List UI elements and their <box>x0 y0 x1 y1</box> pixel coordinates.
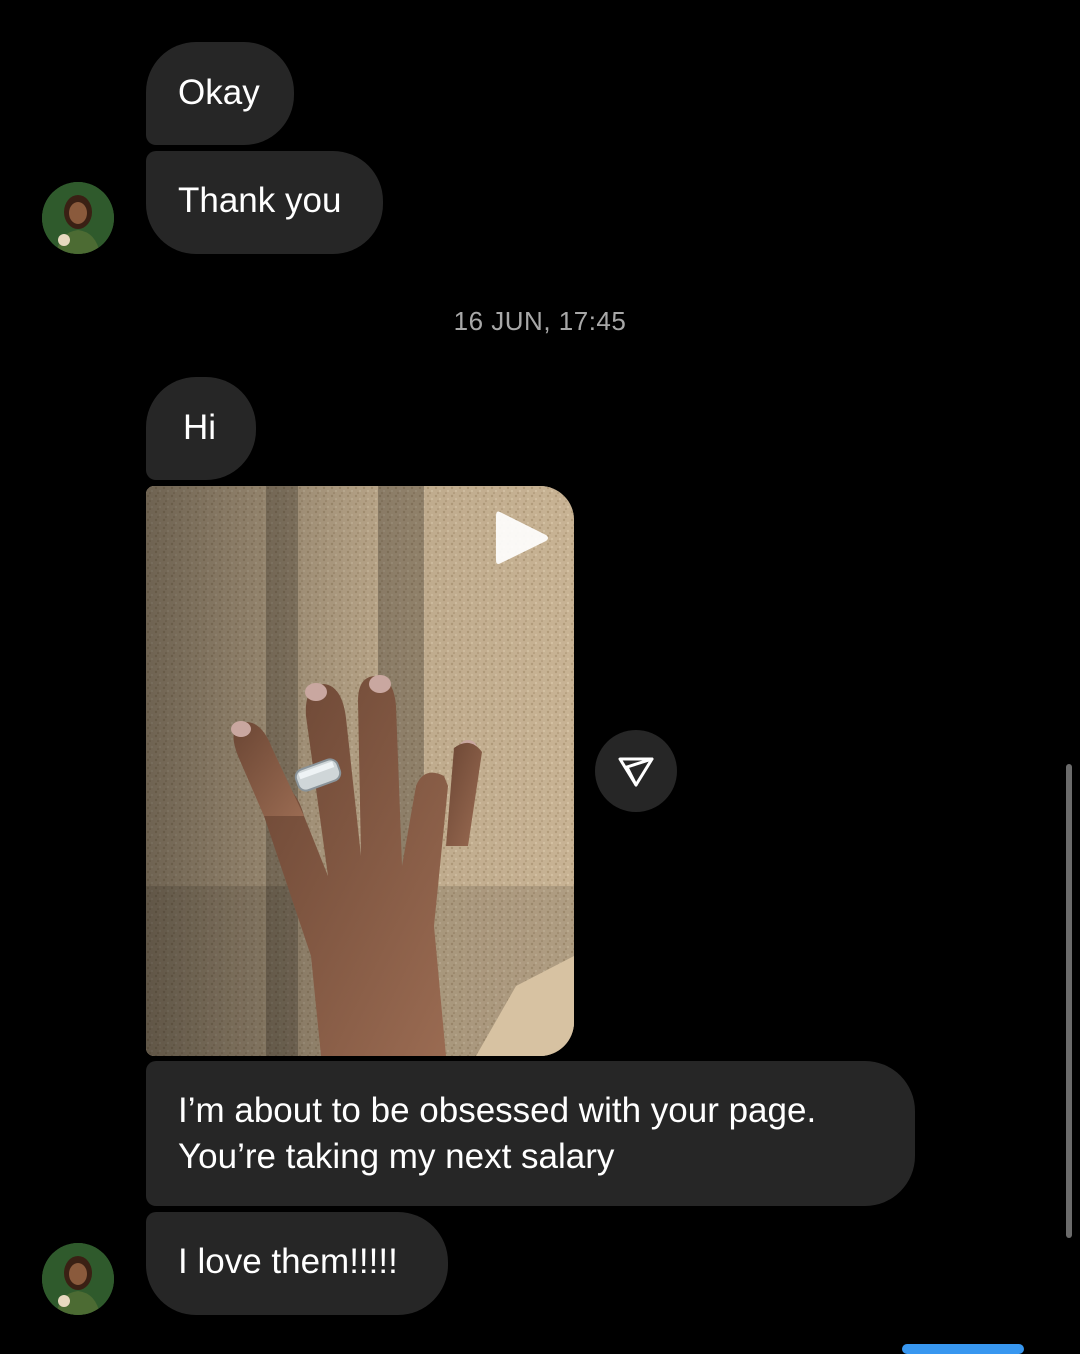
play-icon[interactable] <box>494 508 550 568</box>
paper-plane-icon <box>618 757 654 787</box>
message-text: Okay <box>178 73 260 112</box>
avatar-image <box>42 1243 114 1315</box>
message-line: You’re taking my next salary <box>178 1137 615 1176</box>
sender-avatar[interactable] <box>42 182 114 254</box>
message-text: Thank you <box>178 181 342 220</box>
message-bubble[interactable]: Hi <box>146 377 256 480</box>
shared-video-thumbnail[interactable] <box>146 486 574 1056</box>
share-button[interactable] <box>595 730 677 812</box>
message-bubble[interactable]: Thank you <box>146 151 383 254</box>
timestamp-divider: 16 JUN, 17:45 <box>453 306 627 336</box>
avatar-image <box>42 182 114 254</box>
scrollbar-thumb[interactable] <box>1066 764 1072 1238</box>
message-bubble[interactable]: Okay <box>146 42 294 145</box>
bottom-button-peek[interactable] <box>902 1344 1024 1354</box>
message-text: I love them!!!!! <box>178 1242 398 1281</box>
message-bubble[interactable]: I’m about to be obsessed with your page.… <box>146 1061 915 1206</box>
message-text: Hi <box>183 408 217 447</box>
message-bubble[interactable]: I love them!!!!! <box>146 1212 448 1315</box>
message-line: I’m about to be obsessed with your page. <box>178 1091 817 1130</box>
hand-ring-photo <box>146 486 574 1056</box>
sender-avatar[interactable] <box>42 1243 114 1315</box>
